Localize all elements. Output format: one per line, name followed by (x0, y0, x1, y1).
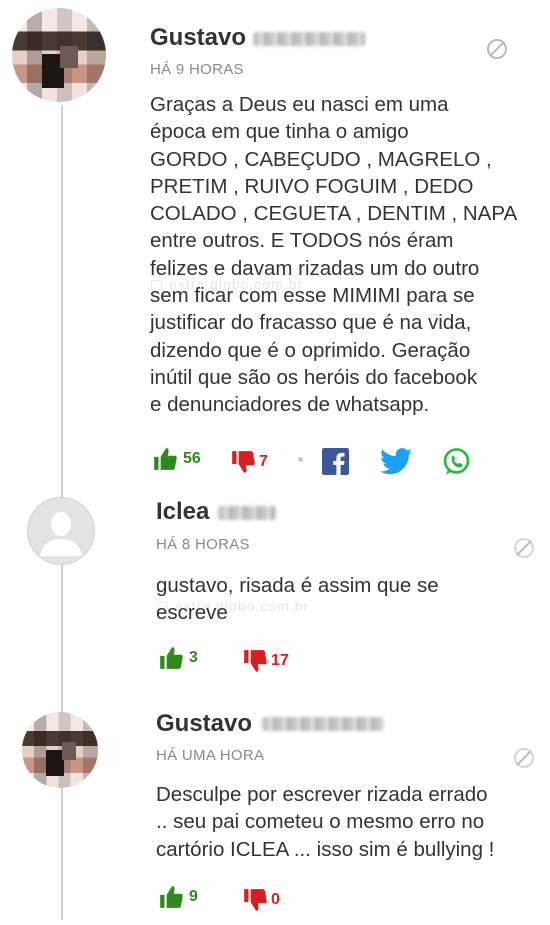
comment-text: gustavo, risada é assim que se escreve (156, 574, 439, 625)
timestamp: HÁ 8 HORAS (156, 536, 250, 553)
like-count: 56 (183, 450, 201, 467)
thumbs-down-icon (244, 650, 267, 672)
twitter-icon[interactable] (380, 448, 412, 475)
dislike-button[interactable]: 17 (242, 648, 289, 674)
like-button[interactable]: 9 (158, 884, 198, 910)
dislike-count: 17 (271, 652, 289, 669)
author-name[interactable]: Gustavo (150, 24, 246, 52)
like-button[interactable]: 56 (152, 446, 201, 472)
thumbs-up-icon (160, 886, 183, 908)
author-surname-blurred (218, 506, 276, 520)
author-name[interactable]: Gustavo (156, 710, 252, 738)
avatar[interactable] (12, 8, 106, 102)
dislike-count: 7 (259, 453, 268, 470)
avatar[interactable] (22, 712, 98, 788)
like-button[interactable]: 3 (158, 645, 198, 671)
timestamp: HÁ UMA HORA (156, 747, 265, 764)
author-name[interactable]: Iclea (156, 498, 209, 526)
comment-text: Graças a Deus eu nasci em uma época em q… (150, 93, 518, 417)
comment: Iclea HÁ 8 HORAS ▢ extra.globo.com.br gu… (0, 480, 550, 695)
separator-dot (298, 457, 303, 462)
like-count: 3 (189, 649, 198, 666)
default-user-icon (40, 512, 82, 556)
thumbs-down-icon (244, 889, 267, 911)
comment-actions: 3 17 (156, 645, 356, 675)
thumbs-up-icon (154, 448, 177, 470)
flag-icon[interactable] (514, 748, 534, 768)
flag-icon[interactable] (487, 39, 507, 59)
flag-icon[interactable] (514, 538, 534, 558)
dislike-button[interactable]: 0 (242, 887, 280, 913)
dislike-count: 0 (271, 891, 280, 908)
dislike-button[interactable]: 7 (230, 449, 268, 475)
comment: Gustavo HÁ 9 HORAS ▢ extra.globo.com.br … (0, 0, 550, 480)
comment-actions: 9 0 (156, 884, 356, 914)
facebook-icon[interactable] (322, 448, 349, 475)
thumbs-up-icon (160, 647, 183, 669)
comment: Gustavo HÁ UMA HORA Desculpe por escreve… (0, 695, 550, 925)
avatar[interactable] (27, 497, 95, 565)
thumbs-down-icon (232, 451, 255, 473)
like-count: 9 (189, 888, 198, 905)
author-surname-blurred (253, 32, 365, 46)
whatsapp-icon[interactable] (442, 447, 471, 476)
comment-text: Desculpe por escrever rizada errado .. s… (156, 783, 495, 861)
timestamp: HÁ 9 HORAS (150, 61, 244, 78)
comment-actions: 56 7 (150, 446, 530, 476)
author-surname-blurred (262, 717, 384, 731)
